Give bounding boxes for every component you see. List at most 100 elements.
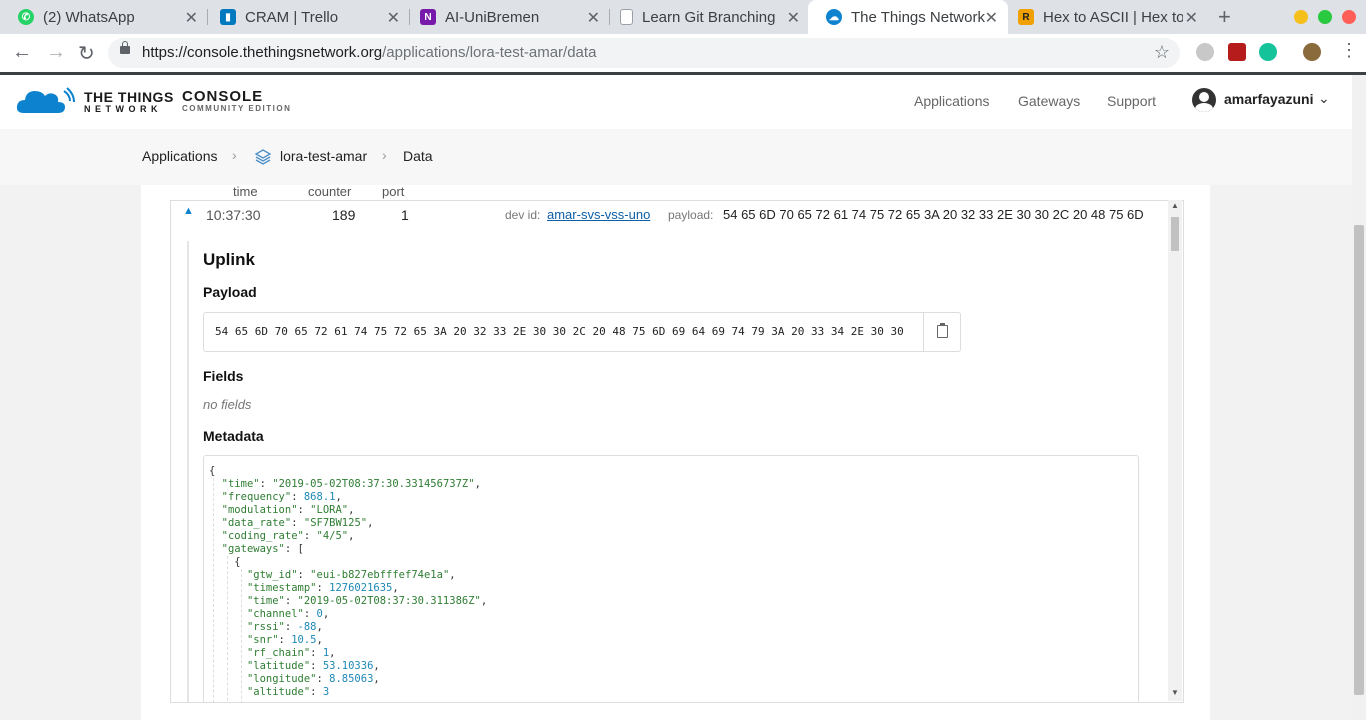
meta-data-rate: SF7BW125 bbox=[310, 517, 361, 529]
console-title: CONSOLE bbox=[182, 88, 264, 105]
message-port: 1 bbox=[401, 207, 409, 223]
ttn-cloud-icon: ☁ bbox=[826, 9, 842, 25]
close-icon[interactable]: ✕ bbox=[1185, 8, 1198, 28]
ttn-cloud-logo-icon[interactable] bbox=[16, 85, 76, 117]
dev-id-label: dev id: bbox=[505, 208, 541, 222]
console-brand: CONSOLE COMMUNITY EDITION bbox=[182, 89, 291, 114]
close-window-button[interactable] bbox=[1342, 10, 1356, 24]
reload-icon[interactable]: ↻ bbox=[78, 41, 95, 66]
payload-heading: Payload bbox=[203, 284, 257, 300]
message-counter: 189 bbox=[332, 207, 356, 223]
edition-label: COMMUNITY EDITION bbox=[182, 104, 292, 113]
brand-line1: THE THINGS bbox=[84, 89, 174, 105]
ublock-icon[interactable] bbox=[1228, 43, 1246, 61]
trello-icon: ▮ bbox=[220, 9, 236, 25]
message-row[interactable]: ▲ 10:37:30 189 1 dev id: amar-svs-vss-un… bbox=[171, 201, 1171, 229]
browser-toolbar: ← → ↻ https://console.thethingsnetwork.o… bbox=[0, 34, 1366, 73]
uplink-title: Uplink bbox=[203, 250, 255, 269]
nav-gateways[interactable]: Gateways bbox=[1018, 93, 1080, 109]
tab-trello[interactable]: ▮ CRAM | Trello ✕ bbox=[202, 0, 410, 34]
payload-label: payload: bbox=[668, 208, 714, 222]
breadcrumb: Applications › lora-test-amar › Data bbox=[0, 129, 1352, 186]
tab-title: The Things Network bbox=[851, 8, 985, 26]
profile-avatar-icon[interactable] bbox=[1303, 43, 1321, 61]
message-feed[interactable]: ▲ 10:37:30 189 1 dev id: amar-svs-vss-un… bbox=[170, 200, 1184, 703]
meta-rf-chain: 1 bbox=[322, 647, 330, 659]
url-host: https://console.thethingsnetwork.org bbox=[142, 44, 383, 61]
tab-title: Learn Git Branching bbox=[642, 8, 776, 26]
minimize-button[interactable] bbox=[1294, 10, 1308, 24]
menu-kebab-icon[interactable]: ⋮ bbox=[1340, 40, 1358, 61]
meta-modulation: LORA bbox=[316, 504, 342, 516]
meta-latitude: 53.10336 bbox=[322, 660, 374, 672]
meta-channel: 0 bbox=[316, 608, 323, 620]
page-scroll-thumb[interactable] bbox=[1354, 225, 1364, 695]
column-header-port: port bbox=[382, 184, 405, 199]
ttn-brand[interactable]: THE THINGS NETWORK bbox=[84, 90, 174, 114]
payload-hex[interactable]: 54 65 6D 70 65 72 61 74 75 72 65 3A 20 3… bbox=[215, 325, 904, 338]
scroll-up-arrow-icon[interactable]: ▲ bbox=[1171, 201, 1179, 210]
meta-snr: 10.5 bbox=[291, 634, 317, 646]
lock-icon bbox=[120, 41, 130, 54]
browser-tab-strip: ✆ (2) WhatsApp ✕ ▮ CRAM | Trello ✕ N AI-… bbox=[0, 0, 1366, 34]
fields-heading: Fields bbox=[203, 368, 244, 384]
no-fields-text: no fields bbox=[203, 397, 252, 412]
collapse-triangle-icon[interactable]: ▲ bbox=[183, 205, 194, 217]
extension-icon[interactable] bbox=[1196, 43, 1214, 61]
meta-time: 2019-05-02T08:37:30.331456737Z bbox=[278, 478, 469, 490]
chevron-down-icon[interactable]: ⌄ bbox=[1318, 90, 1330, 107]
close-icon[interactable]: ✕ bbox=[985, 8, 998, 28]
tab-onenote[interactable]: N AI-UniBremen ✕ bbox=[402, 0, 610, 34]
address-bar[interactable]: https://console.thethingsnetwork.org/app… bbox=[108, 38, 1180, 68]
meta-gtw-id: eui-b827ebfffef74e1a bbox=[316, 569, 443, 581]
user-avatar-icon[interactable] bbox=[1192, 88, 1216, 112]
meta-frequency: 868.1 bbox=[303, 491, 336, 503]
nav-applications[interactable]: Applications bbox=[914, 93, 990, 109]
brand-line2: NETWORK bbox=[84, 104, 162, 114]
metadata-json: { "time": "2019-05-02T08:37:30.331456737… bbox=[209, 465, 488, 698]
whatsapp-icon: ✆ bbox=[18, 9, 34, 25]
feed-scroll-thumb[interactable] bbox=[1171, 217, 1179, 251]
onenote-icon: N bbox=[420, 9, 436, 25]
meta-longitude: 8.85063 bbox=[329, 673, 374, 685]
user-menu[interactable]: amarfayazuni bbox=[1224, 91, 1313, 107]
grammarly-icon[interactable] bbox=[1259, 43, 1277, 61]
chevron-right-icon: › bbox=[232, 147, 237, 163]
tab-git-branching[interactable]: Learn Git Branching ✕ bbox=[602, 0, 810, 34]
breadcrumb-applications[interactable]: Applications bbox=[142, 148, 218, 164]
payload-preview: 54 65 6D 70 65 72 61 74 75 72 65 3A 20 3… bbox=[723, 207, 1144, 222]
breadcrumb-app[interactable]: lora-test-amar bbox=[280, 148, 367, 164]
nav-support[interactable]: Support bbox=[1107, 93, 1156, 109]
meta-timestamp: 1276021635 bbox=[329, 582, 393, 594]
copy-button[interactable] bbox=[923, 313, 960, 351]
bookmark-star-icon[interactable]: ☆ bbox=[1154, 42, 1170, 63]
forward-icon[interactable]: → bbox=[46, 41, 66, 64]
meta-rssi: -88 bbox=[297, 621, 317, 633]
uplink-detail: Uplink Payload 54 65 6D 70 65 72 61 74 7… bbox=[187, 241, 1165, 702]
tab-title: CRAM | Trello bbox=[245, 8, 339, 26]
dev-id-link[interactable]: amar-svs-vss-uno bbox=[547, 207, 650, 222]
feed-scrollbar[interactable]: ▲ ▼ bbox=[1168, 200, 1182, 701]
payload-box: 54 65 6D 70 65 72 61 74 75 72 65 3A 20 3… bbox=[203, 312, 961, 352]
tab-ttn-active[interactable]: ☁ The Things Network ✕ bbox=[808, 0, 1008, 34]
scroll-down-arrow-icon[interactable]: ▼ bbox=[1171, 688, 1179, 697]
url-text: https://console.thethingsnetwork.org/app… bbox=[142, 44, 596, 61]
back-icon[interactable]: ← bbox=[12, 41, 32, 64]
close-icon[interactable]: ✕ bbox=[587, 8, 600, 28]
page-scrollbar[interactable] bbox=[1352, 75, 1366, 720]
close-icon[interactable]: ✕ bbox=[185, 8, 198, 28]
close-icon[interactable]: ✕ bbox=[787, 8, 800, 28]
column-header-counter: counter bbox=[308, 184, 352, 199]
meta-coding-rate: 4/5 bbox=[322, 530, 342, 542]
tab-whatsapp[interactable]: ✆ (2) WhatsApp ✕ bbox=[0, 0, 208, 34]
r-icon: R bbox=[1018, 9, 1034, 25]
meta-altitude: 3 bbox=[322, 686, 330, 698]
maximize-button[interactable] bbox=[1318, 10, 1332, 24]
tab-hex-to-ascii[interactable]: R Hex to ASCII | Hex to ✕ bbox=[1000, 0, 1208, 34]
close-icon[interactable]: ✕ bbox=[387, 8, 400, 28]
metadata-json-box[interactable]: { "time": "2019-05-02T08:37:30.331456737… bbox=[203, 455, 1139, 702]
tab-title: Hex to ASCII | Hex to bbox=[1043, 8, 1183, 26]
message-time: 10:37:30 bbox=[206, 207, 261, 223]
page-icon bbox=[620, 9, 633, 25]
new-tab-button[interactable]: + bbox=[1218, 4, 1231, 30]
